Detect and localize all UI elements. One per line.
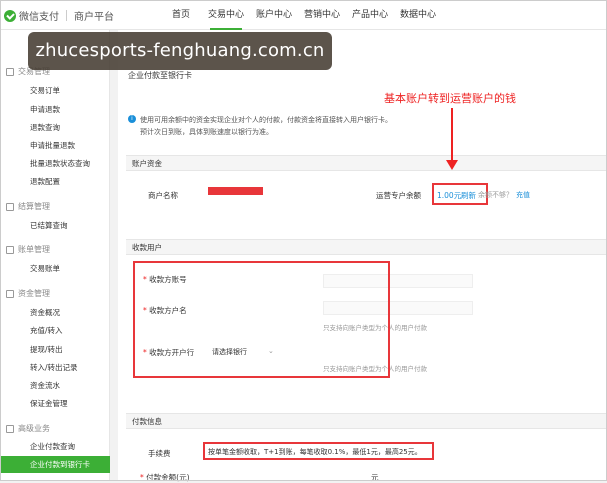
sidebar-group-label: 账单管理 <box>18 245 50 254</box>
info-text-2: 预计次日到账，具体到账速度以银行为准。 <box>140 128 273 136</box>
sidebar-item-funds-overview[interactable]: 资金概况 <box>30 307 60 318</box>
fee-text: 按单笔金额收取，T+1到账，每笔收取0.1%，最低1元，最高25元。 <box>208 448 422 456</box>
sidebar-item-batch-refund-status[interactable]: 批量退款状态查询 <box>30 158 90 169</box>
sidebar-item-withdraw[interactable]: 提现/转出 <box>30 344 63 355</box>
main-nav: 首页 交易中心 账户中心 营销中心 产品中心 数据中心 <box>160 0 442 30</box>
sidebar-item-recharge[interactable]: 充值/转入 <box>30 325 63 336</box>
sidebar: 交易管理 交易订单 申请退款 退款查询 申请批量退款 批量退款状态查询 退款配置… <box>0 30 110 481</box>
payee-highlight-box <box>133 261 390 378</box>
funds-icon <box>6 289 14 298</box>
sidebar-item-refund-config[interactable]: 退款配置 <box>30 176 60 187</box>
bill-icon <box>6 245 14 254</box>
annotation-text: 基本账户转到运营账户的钱 <box>384 92 516 105</box>
bank-select[interactable]: 请选择银行 <box>212 347 247 357</box>
annotation-arrow <box>451 108 453 160</box>
brand-subtitle: 商户平台 <box>74 12 114 23</box>
amount-unit: 元 <box>371 473 379 482</box>
sidebar-group-label: 高级业务 <box>18 424 50 433</box>
sidebar-item-orders[interactable]: 交易订单 <box>30 85 60 96</box>
page-title: 企业付款至银行卡 <box>128 71 192 80</box>
section-payment-info: 付款信息 <box>126 413 607 429</box>
nav-data-center[interactable]: 数据中心 <box>394 0 442 30</box>
brand-divider <box>66 10 67 21</box>
advanced-icon <box>6 424 14 433</box>
nav-product-center[interactable]: 产品中心 <box>346 0 394 30</box>
info-icon: i <box>128 115 136 123</box>
sidebar-item-transfer-records[interactable]: 转入/转出记录 <box>30 362 78 373</box>
sidebar-item-batch-refund[interactable]: 申请批量退款 <box>30 140 75 151</box>
sidebar-item-deposit[interactable]: 保证金管理 <box>30 398 68 409</box>
sidebar-group-bill[interactable]: 账单管理 <box>6 244 50 255</box>
sidebar-group-funds[interactable]: 资金管理 <box>6 288 50 299</box>
sidebar-item-apply-refund[interactable]: 申请退款 <box>30 104 60 115</box>
sidebar-group-advanced[interactable]: 高级业务 <box>6 423 50 434</box>
section-account-funds: 账户资金 <box>126 155 607 171</box>
watermark-banner: zhucesports-fenghuang.com.cn <box>28 32 332 70</box>
amount-label: * 付款金额(元) <box>140 473 190 482</box>
settlement-icon <box>6 202 14 211</box>
info-text: 使用可用余额中的资金实现企业对个人的付款，付款资金将直接转入用户银行卡。 <box>140 116 392 124</box>
fee-label: 手续费 <box>148 449 171 458</box>
chevron-down-icon[interactable]: ⌄ <box>268 347 274 355</box>
nav-home[interactable]: 首页 <box>160 0 202 30</box>
top-bar: 微信支付 商户平台 首页 交易中心 账户中心 营销中心 产品中心 数据中心 <box>0 0 607 30</box>
brand-logo[interactable]: 微信支付 商户平台 <box>4 8 114 23</box>
sidebar-item-fund-flow[interactable]: 资金流水 <box>30 380 60 391</box>
arrow-head-icon <box>446 160 458 170</box>
balance-insufficient: 余额不够？ <box>478 191 513 199</box>
nav-marketing-center[interactable]: 营销中心 <box>298 0 346 30</box>
nav-trade-center[interactable]: 交易中心 <box>202 0 250 30</box>
trade-icon <box>6 67 14 76</box>
recharge-link[interactable]: 充值 <box>516 190 530 200</box>
sidebar-item-settled-query[interactable]: 已结算查询 <box>30 220 68 231</box>
sidebar-group-settlement[interactable]: 结算管理 <box>6 201 50 212</box>
section-payee: 收款用户 <box>126 239 607 255</box>
brand-name: 微信支付 <box>19 12 59 23</box>
nav-account-center[interactable]: 账户中心 <box>250 0 298 30</box>
sidebar-group-label: 资金管理 <box>18 289 50 298</box>
main-content: 企业付款至银行卡 i 使用可用余额中的资金实现企业对个人的付款，付款资金将直接转… <box>118 30 607 482</box>
sidebar-item-enterprise-pay-query[interactable]: 企业付款查询 <box>30 441 75 452</box>
merchant-name-redacted <box>208 187 263 195</box>
balance-label: 运营专户余额 <box>376 191 421 200</box>
sidebar-item-pay-to-bank[interactable]: 企业付款到银行卡 <box>0 456 110 473</box>
balance-value: 1.00元 <box>437 191 462 200</box>
sidebar-group-label: 结算管理 <box>18 202 50 211</box>
wechat-pay-icon <box>4 9 16 22</box>
sidebar-item-trade-bill[interactable]: 交易账单 <box>30 263 60 274</box>
sidebar-item-refund-query[interactable]: 退款查询 <box>30 122 60 133</box>
refresh-link[interactable]: 刷新 <box>461 190 476 201</box>
merchant-name-label: 商户名称 <box>148 191 178 200</box>
